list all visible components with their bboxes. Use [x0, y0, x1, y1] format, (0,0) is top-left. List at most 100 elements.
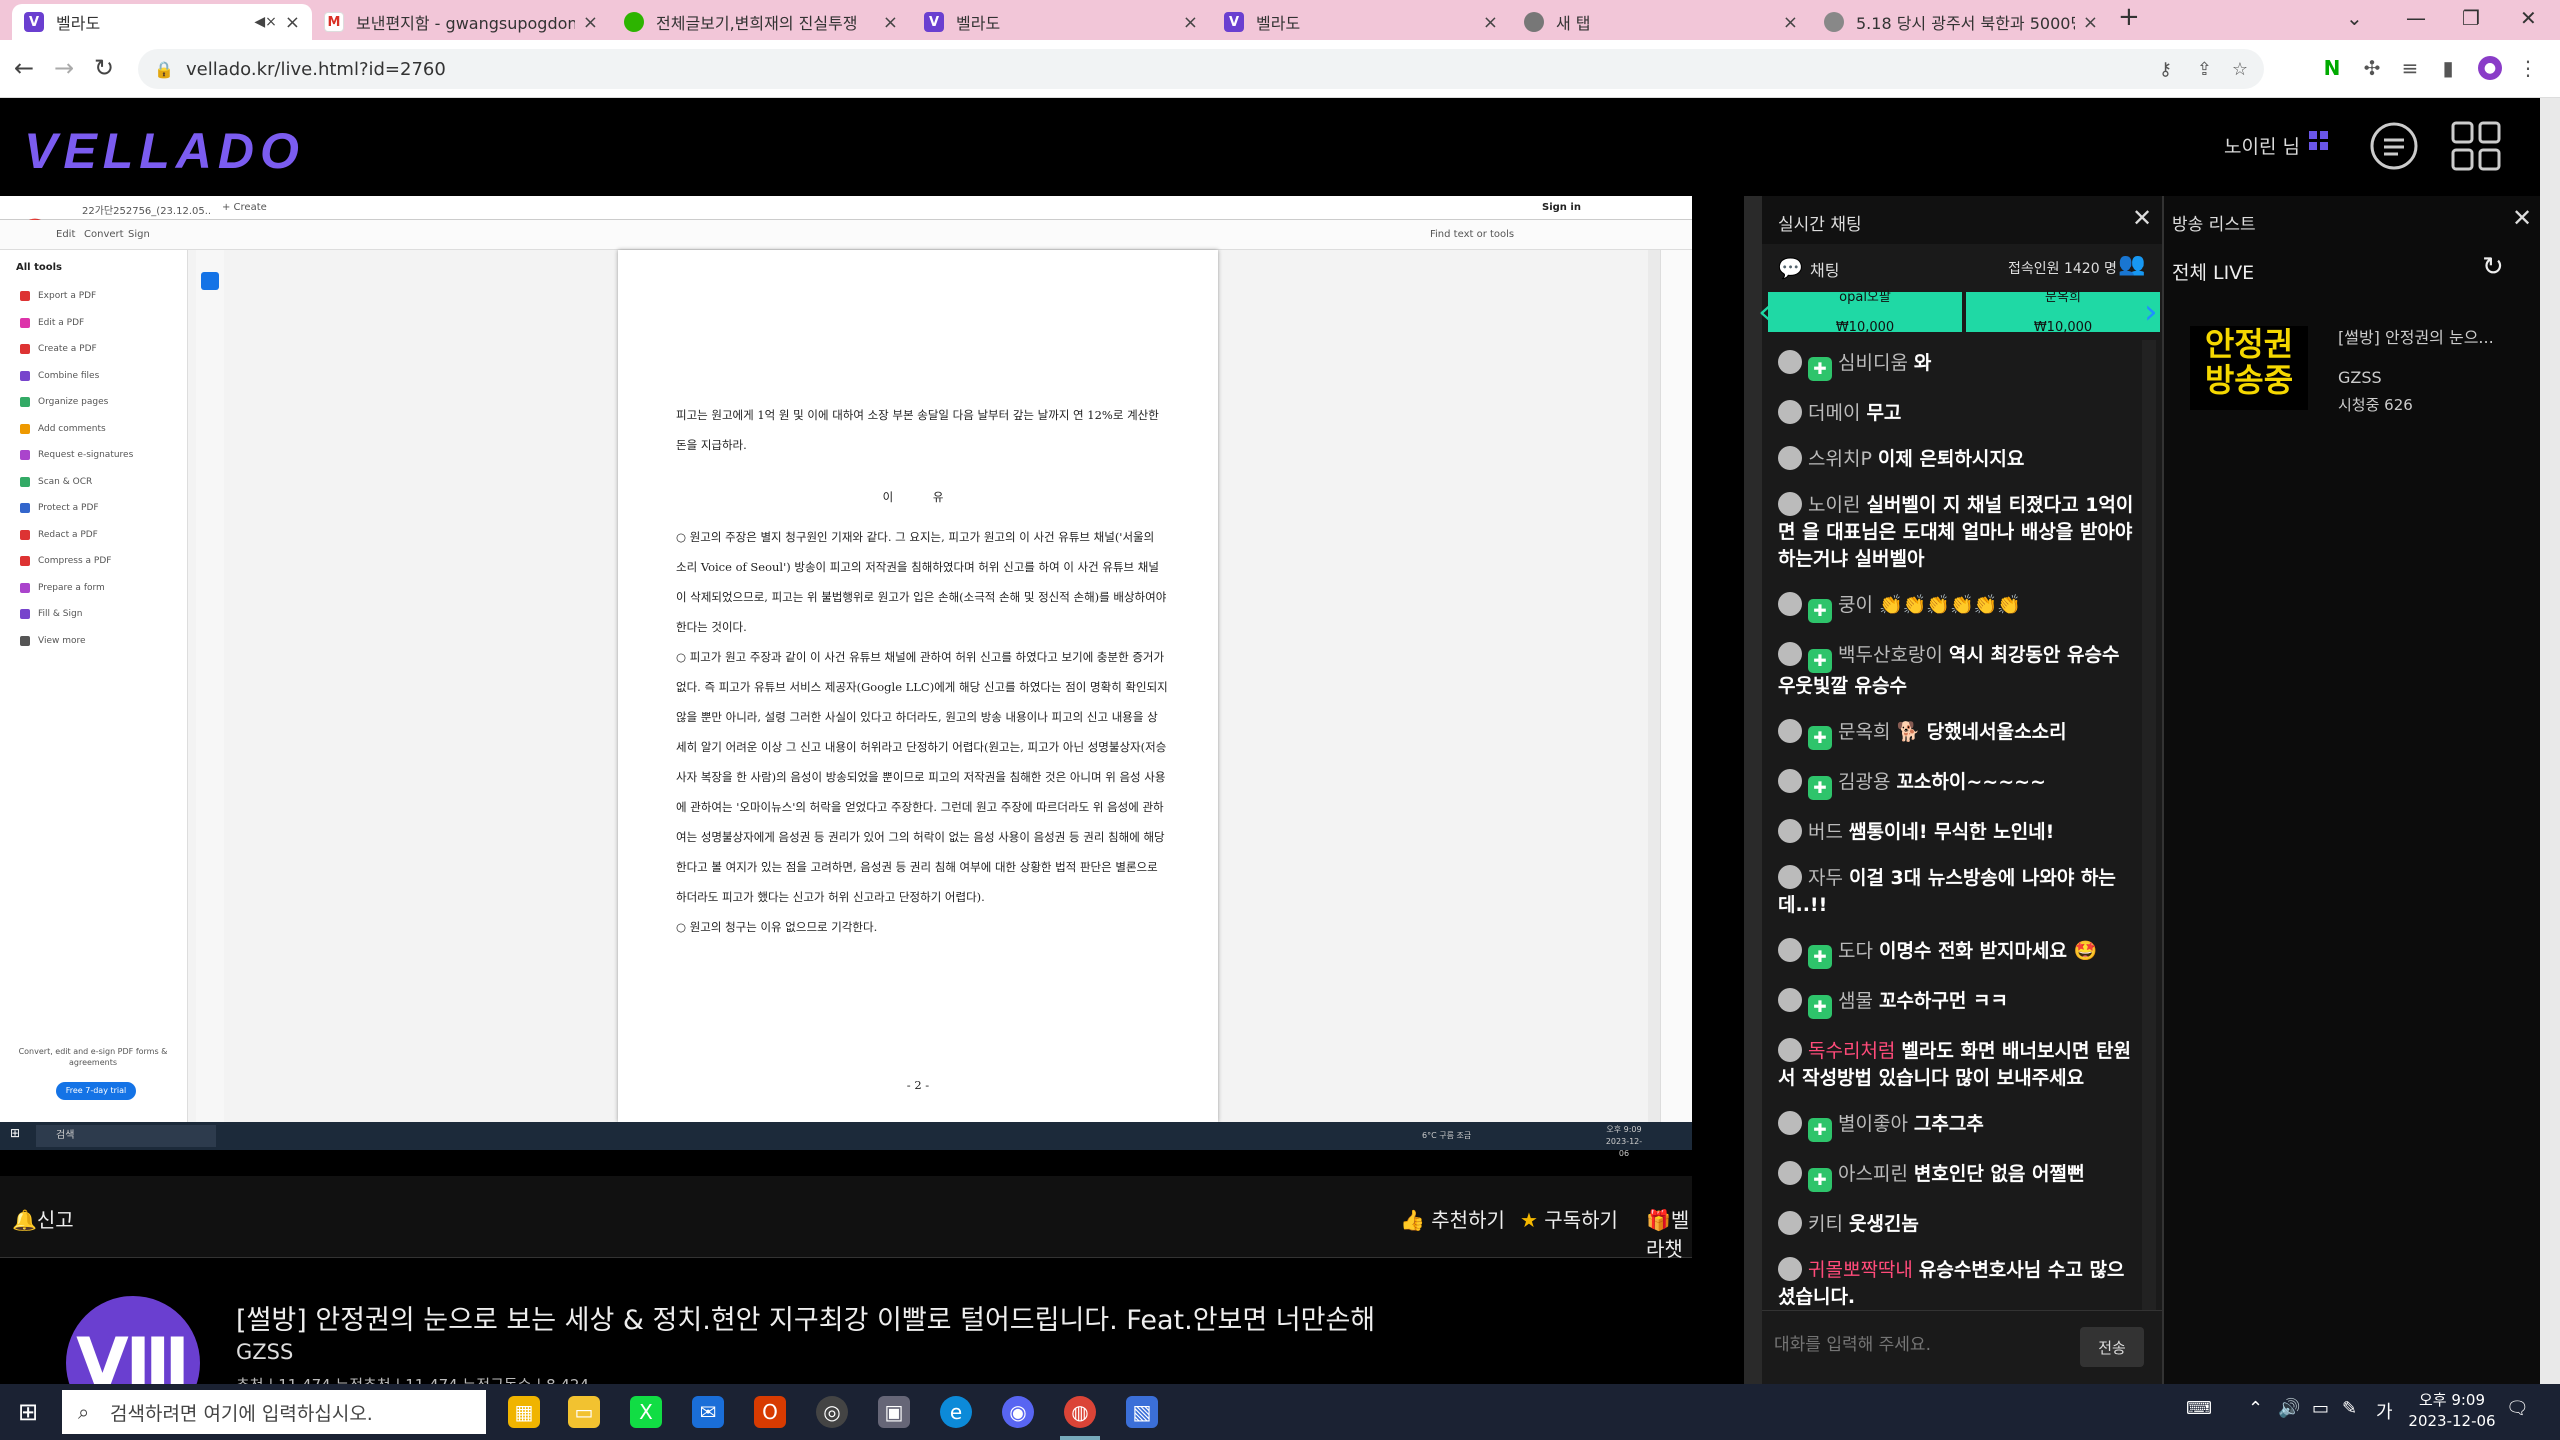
chrome-menu-icon[interactable]: ⋮ [2516, 56, 2540, 80]
office-icon[interactable]: O [754, 1396, 786, 1428]
user-avatar[interactable] [1778, 769, 1802, 793]
app-icon[interactable]: ▣ [878, 1396, 910, 1428]
profile-avatar[interactable]: ● [2478, 56, 2502, 80]
report-button[interactable]: 🔔신고 [12, 1204, 74, 1233]
url-bar[interactable]: 🔒 vellado.kr/live.html?id=2760 ⚷ ⇪ ☆ [138, 49, 2264, 89]
refresh-icon[interactable]: ↻ [2482, 252, 2504, 282]
close-tab-icon[interactable]: × [583, 12, 598, 33]
forward-arrow-icon[interactable]: → [54, 54, 74, 82]
close-list-icon[interactable]: ✕ [2512, 204, 2532, 232]
donor-card[interactable]: 문옥희 ₩10,000 [1966, 290, 2160, 335]
taskbar-search[interactable]: ⌕ 검색하려면 여기에 입력하십시오. [62, 1390, 486, 1434]
restore-icon[interactable]: ❐ [2462, 6, 2480, 30]
chat-nickname[interactable]: 버드 [1808, 821, 1843, 843]
user-avatar[interactable] [1778, 865, 1802, 889]
extension-n-icon[interactable]: N [2320, 56, 2344, 80]
donor-card[interactable]: opal오팔 ₩10,000 [1768, 290, 1962, 335]
recommend-button[interactable]: 👍 추천하기 [1400, 1204, 1505, 1233]
chat-nickname[interactable]: 독수리처럼 [1808, 1040, 1895, 1062]
chat-tab-label[interactable]: 채팅 [1810, 257, 1839, 281]
chat-bubble-icon[interactable] [2368, 120, 2420, 172]
user-avatar[interactable] [1778, 350, 1802, 374]
chat-nickname[interactable]: 김광용 [1838, 771, 1890, 793]
windows-start-icon[interactable]: ⊞ [12, 1396, 44, 1428]
close-tab-icon[interactable]: × [1183, 12, 1198, 33]
window-close-icon[interactable]: ✕ [2520, 6, 2537, 30]
chat-nickname[interactable]: 스위치P [1808, 448, 1872, 470]
overwatch-icon[interactable]: ◎ [816, 1396, 848, 1428]
chat-input[interactable] [1774, 1325, 2074, 1365]
chat-nickname[interactable]: 별이좋아 [1838, 1113, 1908, 1135]
edge-icon[interactable]: e [940, 1396, 972, 1428]
chat-nickname[interactable]: 백두산호랑이 [1838, 644, 1943, 666]
close-tab-icon[interactable]: × [285, 12, 300, 33]
chat-nickname[interactable]: 더메이 [1808, 402, 1860, 424]
notification-icon[interactable]: 🗨 [2506, 1398, 2529, 1419]
app-blue-icon[interactable]: ▧ [1126, 1396, 1158, 1428]
user-avatar[interactable] [1778, 642, 1802, 666]
chat-nickname[interactable]: 쿵이 [1838, 594, 1873, 616]
user-avatar[interactable] [1778, 1257, 1802, 1281]
file-explorer-icon[interactable]: ▭ [568, 1396, 600, 1428]
browser-tab-4[interactable]: V 벨라도 × [912, 4, 1210, 40]
user-avatar[interactable] [1778, 1161, 1802, 1185]
browser-tab-2[interactable]: M 보낸편지함 - gwangsupogdong × [312, 4, 610, 40]
share-icon[interactable]: ⇪ [2197, 59, 2212, 80]
store-icon[interactable]: ▦ [508, 1396, 540, 1428]
side-panel-icon[interactable]: ▮ [2436, 56, 2460, 80]
donor-prev-chevron-icon[interactable]: ‹ [1758, 292, 1772, 332]
close-tab-icon[interactable]: × [1483, 12, 1498, 33]
chat-nickname[interactable]: 도다 [1838, 940, 1873, 962]
new-tab-button[interactable]: + [2118, 2, 2140, 32]
close-tab-icon[interactable]: × [1783, 12, 1798, 33]
chat-scrollbar[interactable] [2142, 340, 2156, 1310]
user-avatar[interactable] [1778, 938, 1802, 962]
key-icon[interactable]: ⚷ [2159, 59, 2172, 80]
user-avatar[interactable] [1778, 819, 1802, 843]
chat-nickname[interactable]: 귀몰뽀짝딱내 [1808, 1259, 1913, 1281]
browser-tab-6[interactable]: 새 탭 × [1512, 4, 1810, 40]
broadcast-thumbnail[interactable]: 안정권 방송중 [2190, 326, 2308, 410]
chat-nickname[interactable]: 아스피린 [1838, 1163, 1908, 1185]
taskbar-clock[interactable]: 오후 9:09 2023-12-06 [2402, 1390, 2502, 1432]
network-icon[interactable]: ▭ [2312, 1398, 2329, 1419]
chat-nickname[interactable]: 심비디움 [1838, 352, 1908, 374]
send-button[interactable]: 전송 [2080, 1327, 2144, 1367]
discord-icon[interactable]: ◉ [1002, 1396, 1034, 1428]
close-tab-icon[interactable]: × [2083, 12, 2098, 33]
back-arrow-icon[interactable]: ← [14, 54, 34, 82]
user-avatar[interactable] [1778, 1211, 1802, 1235]
vellachat-button[interactable]: 🎁벨라챗 [1646, 1204, 1692, 1262]
close-chat-icon[interactable]: ✕ [2132, 204, 2152, 232]
excel-icon[interactable]: X [630, 1396, 662, 1428]
bookmark-star-icon[interactable]: ☆ [2232, 59, 2248, 80]
user-avatar[interactable] [1778, 719, 1802, 743]
channel-name[interactable]: GZSS [236, 1340, 293, 1364]
vellado-logo[interactable]: VELLADO [24, 122, 305, 180]
browser-tab-7[interactable]: 5.18 당시 광주서 북한과 5000명 × [1812, 4, 2110, 40]
user-avatar[interactable] [1778, 400, 1802, 424]
user-name[interactable]: 노이린 님 [2224, 132, 2300, 159]
donor-next-chevron-icon[interactable]: › [2144, 292, 2158, 332]
filter-all-live[interactable]: 전체 LIVE [2172, 258, 2254, 285]
broadcast-item-title[interactable]: [썰방] 안정권의 눈으... [2338, 324, 2494, 348]
chrome-icon[interactable]: ◍ [1064, 1396, 1096, 1428]
keyboard-icon[interactable]: ⌨ [2186, 1398, 2212, 1419]
browser-tab-1[interactable]: V 벨라도 ◀× × [12, 4, 312, 40]
user-avatar[interactable] [1778, 492, 1802, 516]
user-avatar[interactable] [1778, 592, 1802, 616]
speaker-mute-icon[interactable]: ◀× [254, 14, 277, 30]
minimize-icon[interactable]: — [2406, 6, 2426, 30]
reload-icon[interactable]: ↻ [94, 54, 114, 82]
reading-list-icon[interactable]: ≡ [2398, 56, 2422, 80]
tab-search-chevron-icon[interactable]: ⌄ [2346, 6, 2363, 30]
pen-icon[interactable]: ✎ [2342, 1398, 2357, 1419]
close-tab-icon[interactable]: × [883, 12, 898, 33]
tray-chevron-icon[interactable]: ⌃ [2248, 1398, 2263, 1419]
extensions-puzzle-icon[interactable]: ✣ [2360, 56, 2384, 80]
chat-nickname[interactable]: 키티 [1808, 1213, 1843, 1235]
mail-icon[interactable]: ✉ [692, 1396, 724, 1428]
content-scrollbar[interactable] [1744, 196, 1762, 1384]
user-avatar[interactable] [1778, 988, 1802, 1012]
chat-nickname[interactable]: 샘물 [1838, 990, 1873, 1012]
